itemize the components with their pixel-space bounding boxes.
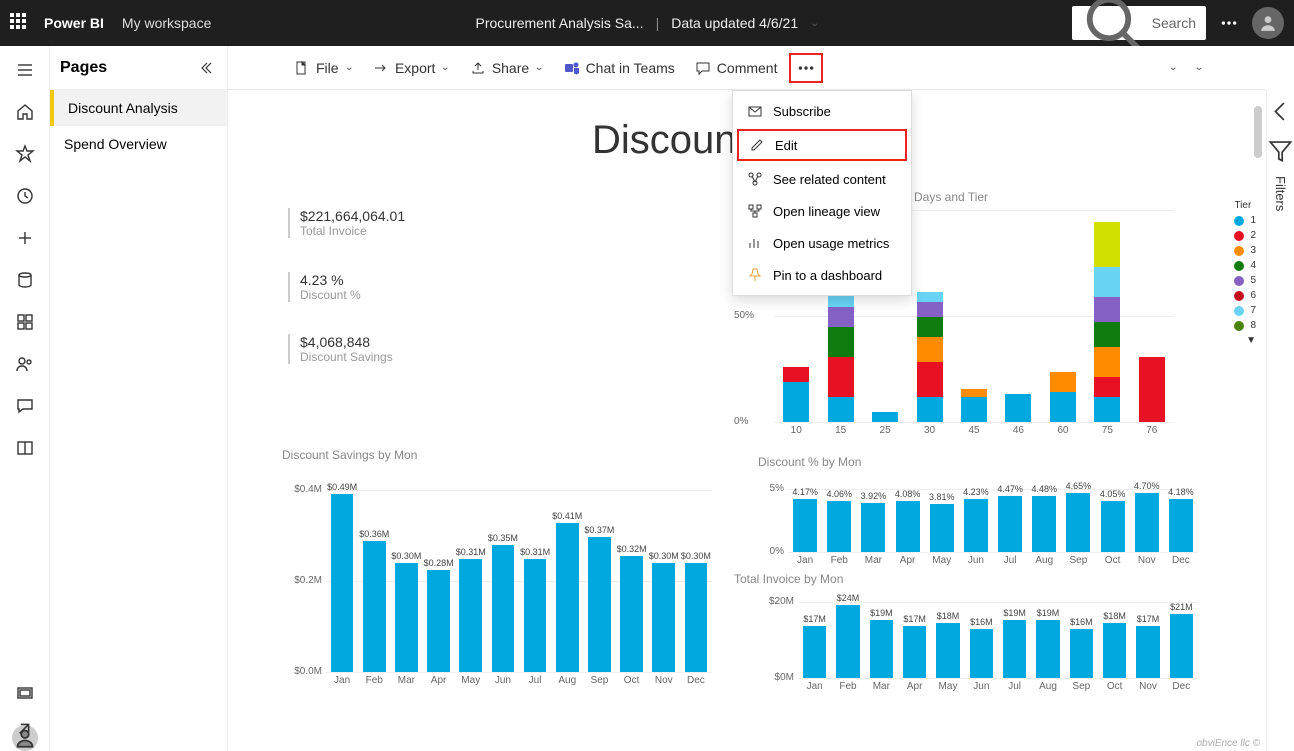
more-icon[interactable]	[1220, 14, 1238, 32]
menu-edit[interactable]: Edit	[737, 129, 907, 161]
chart-discpct[interactable]: 0%5%4.17%Jan4.06%Feb3.92%Mar4.08%Apr3.81…	[758, 475, 1198, 570]
kpi-total-invoice: $221,664,064.01Total Invoice	[288, 208, 405, 238]
book-icon[interactable]	[15, 438, 35, 458]
data-updated[interactable]: Data updated 4/6/21	[671, 15, 798, 31]
avatar[interactable]	[1252, 7, 1284, 39]
more-options-button[interactable]	[789, 53, 823, 83]
file-menu[interactable]: File⌄	[286, 56, 361, 80]
report-toolbar: File⌄ Export⌄ Share⌄ Chat in Teams Comme…	[228, 46, 1266, 90]
menu-usage[interactable]: Open usage metrics	[733, 227, 911, 259]
star-icon[interactable]	[15, 144, 35, 164]
page-tab[interactable]: Discount Analysis	[50, 90, 227, 126]
view-menu[interactable]: ⌄	[1191, 62, 1203, 73]
clock-icon[interactable]	[15, 186, 35, 206]
menu-related[interactable]: See related content	[733, 163, 911, 195]
collapse-pane-icon[interactable]	[201, 60, 217, 76]
apps-icon[interactable]	[15, 312, 35, 332]
app-name: Power BI	[44, 15, 104, 31]
attribution: obviEnce llc ©	[1196, 738, 1260, 749]
chevron-down-icon[interactable]: ⌄	[809, 18, 819, 29]
search-placeholder: Search	[1152, 15, 1196, 31]
chat-teams-button[interactable]: Chat in Teams	[556, 56, 683, 80]
chart-title-savings: Discount Savings by Mon	[282, 448, 417, 462]
workspace-icon[interactable]	[15, 683, 35, 703]
page-title: Discoun	[592, 118, 737, 163]
filters-label: Filters	[1273, 176, 1288, 211]
chat-icon[interactable]	[15, 396, 35, 416]
kpi-discount-pct: 4.23 %Discount %	[288, 272, 361, 302]
comment-button[interactable]: Comment	[687, 56, 786, 80]
menu-lineage[interactable]: Open lineage view	[733, 195, 911, 227]
home-icon[interactable]	[15, 102, 35, 122]
tier-legend: Tier 12345678 ▼	[1234, 200, 1256, 346]
filter-icon	[1267, 137, 1294, 164]
chart-invoice[interactable]: $0M$20M$17MJan$24MFeb$19MMar$17MApr$18MM…	[758, 588, 1198, 696]
menu-subscribe[interactable]: Subscribe	[733, 95, 911, 127]
chart-savings[interactable]: $0.0M$0.2M$0.4M$0.49MJan$0.36MFeb$0.30MM…	[282, 470, 712, 690]
nav-rail	[0, 46, 50, 751]
open-external-icon[interactable]	[14, 721, 32, 739]
app-launcher-icon[interactable]	[10, 13, 30, 33]
chart-title-tier: Days and Tier	[914, 190, 988, 204]
page-tab[interactable]: Spend Overview	[50, 126, 227, 162]
app-header: Power BI My workspace Procurement Analys…	[0, 0, 1294, 46]
bookmark-menu[interactable]: ⌄	[1165, 62, 1177, 73]
people-icon[interactable]	[15, 354, 35, 374]
kpi-discount-savings: $4,068,848Discount Savings	[288, 334, 393, 364]
filters-rail[interactable]: Filters	[1266, 90, 1294, 751]
pages-pane: Pages Discount AnalysisSpend Overview	[50, 46, 228, 751]
database-icon[interactable]	[15, 270, 35, 290]
plus-icon[interactable]	[15, 228, 35, 248]
export-menu[interactable]: Export⌄	[365, 56, 458, 80]
chart-title-invoice: Total Invoice by Mon	[734, 572, 843, 586]
scrollbar-thumb[interactable]	[1254, 106, 1262, 158]
search-box[interactable]: Search	[1072, 6, 1206, 40]
expand-filters-icon[interactable]	[1267, 98, 1294, 125]
pages-title: Pages	[60, 59, 107, 77]
menu-pin[interactable]: Pin to a dashboard	[733, 259, 911, 291]
workspace-name[interactable]: My workspace	[122, 15, 211, 31]
share-menu[interactable]: Share⌄	[462, 56, 552, 80]
chart-title-discpct: Discount % by Mon	[758, 455, 861, 469]
hamburger-icon[interactable]	[15, 60, 35, 80]
report-name[interactable]: Procurement Analysis Sa...	[476, 15, 644, 31]
report-canvas: Discoun $221,664,064.01Total Invoice 4.2…	[228, 90, 1266, 751]
more-options-menu: Subscribe Edit See related content Open …	[732, 90, 912, 296]
